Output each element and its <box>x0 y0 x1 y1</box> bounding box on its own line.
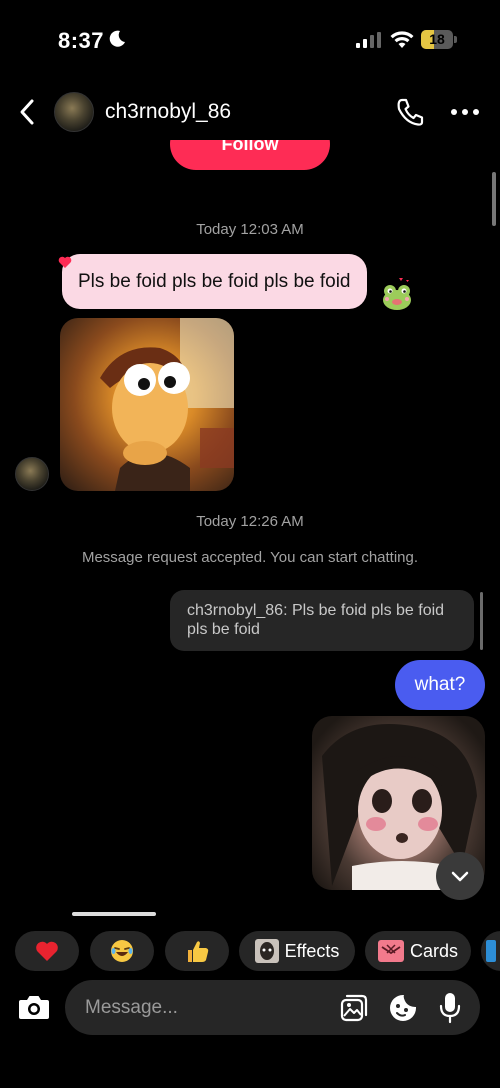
battery-level: 18 <box>429 31 445 47</box>
wifi-icon <box>390 31 414 48</box>
partial-element <box>72 912 156 916</box>
reply-indicator-bar <box>480 592 483 650</box>
quick-actions-bar: Effects Cards <box>0 931 500 971</box>
cards-label: Cards <box>409 940 458 961</box>
phone-call-icon[interactable] <box>396 97 424 127</box>
message-composer <box>0 980 500 1036</box>
system-message: Message request accepted. You can start … <box>81 549 419 566</box>
heart-emoji-icon <box>36 941 58 961</box>
chip-icon-partial <box>486 940 496 962</box>
chat-header: ch3rnobyl_86 <box>0 84 500 140</box>
back-arrow-icon[interactable] <box>16 98 40 126</box>
incoming-photo[interactable] <box>60 318 234 491</box>
thumbs-up-chip[interactable] <box>165 931 229 971</box>
photo-content <box>100 318 234 491</box>
effects-thumbnail-icon <box>254 939 279 963</box>
microphone-icon[interactable] <box>439 992 461 1024</box>
battery-indicator: 18 <box>421 30 457 49</box>
message-input[interactable] <box>85 980 325 1035</box>
moon-icon <box>109 30 125 47</box>
more-chips-partial[interactable] <box>481 931 500 971</box>
chevron-down-icon <box>451 871 469 882</box>
scrollbar-thumb[interactable] <box>492 172 496 226</box>
message-timestamp: Today 12:03 AM <box>196 221 304 238</box>
effects-chip[interactable]: Effects <box>239 931 355 971</box>
sticker-icon[interactable] <box>388 993 418 1023</box>
status-bar: 8:37 18 <box>0 0 500 80</box>
contact-username[interactable]: ch3rnobyl_86 <box>105 100 231 124</box>
thumbs-up-emoji-icon <box>188 941 209 962</box>
cards-chip[interactable]: Cards <box>365 931 471 971</box>
heart-reaction-icon <box>58 256 72 268</box>
incoming-message-bubble[interactable]: Pls be foid pls be foid pls be foid <box>62 254 367 309</box>
contact-avatar[interactable] <box>54 92 94 132</box>
message-input-container <box>65 980 480 1035</box>
heart-chip[interactable] <box>15 931 79 971</box>
message-timestamp: Today 12:26 AM <box>196 513 304 530</box>
cellular-signal-icon <box>356 32 381 48</box>
cards-icon <box>377 940 404 962</box>
scroll-to-bottom-button[interactable] <box>436 852 484 900</box>
status-time: 8:37 <box>58 28 105 53</box>
camera-icon[interactable] <box>18 993 50 1021</box>
gallery-icon[interactable] <box>340 994 368 1022</box>
effects-label: Effects <box>284 940 340 961</box>
more-options-icon[interactable] <box>450 104 480 120</box>
laughing-chip[interactable] <box>90 931 154 971</box>
contact-avatar-small[interactable] <box>15 457 49 491</box>
laughing-emoji-icon <box>111 940 133 962</box>
outgoing-message-bubble[interactable]: what? <box>395 660 485 710</box>
reply-quote[interactable]: ch3rnobyl_86: Pls be foid pls be foid pl… <box>170 590 474 651</box>
frog-sticker-icon <box>383 278 411 310</box>
